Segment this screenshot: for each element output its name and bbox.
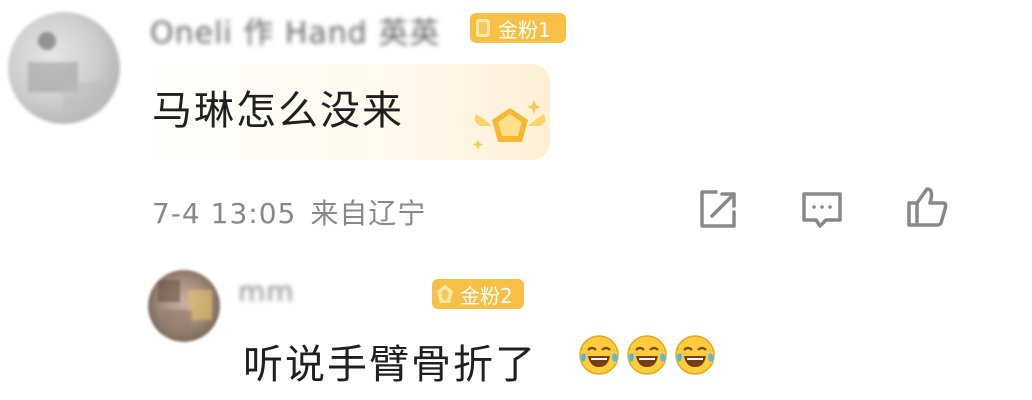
badge-gem-icon [436, 283, 454, 305]
laughing-crying-emoji-icon [627, 335, 667, 375]
reply-text: 听说手臂骨折了 [243, 342, 537, 388]
comment-meta: 7-4 13:05 来自辽宁 [152, 192, 440, 232]
fan-badge[interactable]: 金粉1 [470, 13, 566, 43]
reply-avatar[interactable] [148, 270, 220, 342]
badge-label: 金粉1 [498, 17, 551, 42]
reply-username[interactable]: mm [238, 275, 295, 308]
badge-label: 金粉2 [460, 283, 513, 308]
comment-location: 来自辽宁 [310, 197, 427, 230]
like-icon[interactable] [903, 183, 951, 231]
share-icon[interactable] [694, 186, 742, 234]
comment-date: 7-4 13:05 [152, 197, 297, 230]
emoji-group [578, 334, 716, 376]
reply-fan-badge[interactable]: 金粉2 [432, 279, 524, 309]
username[interactable]: Oneli 作 Hand 英英 [150, 8, 440, 52]
avatar[interactable] [8, 12, 120, 124]
badge-gem-icon [474, 17, 492, 39]
comment-icon[interactable] [798, 186, 846, 234]
comment-text: 马琳怎么没来 [152, 88, 404, 134]
gold-medal-icon [470, 96, 550, 158]
laughing-crying-emoji-icon [579, 335, 619, 375]
laughing-crying-emoji-icon [675, 335, 715, 375]
